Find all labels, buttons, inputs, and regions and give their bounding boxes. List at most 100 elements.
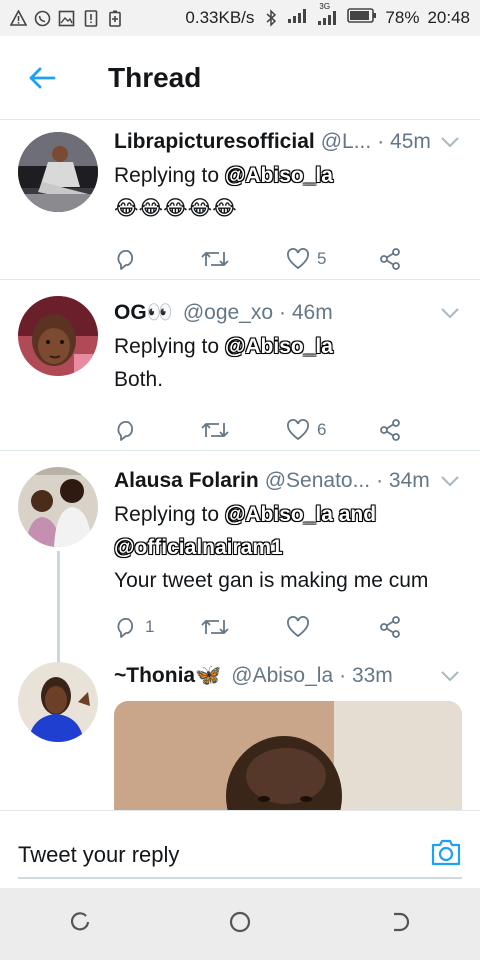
tweet-meta: ~Thonia🦋 @Abiso_la · 33m xyxy=(114,659,460,693)
tweet-time: · 45m xyxy=(377,130,431,153)
reply-button[interactable] xyxy=(114,418,200,442)
battery-percent: 78% xyxy=(385,8,420,27)
system-nav-bar xyxy=(0,888,480,960)
back-arrow-icon xyxy=(29,67,56,88)
signal-icon xyxy=(287,8,309,29)
thread-header: Thread xyxy=(0,36,480,120)
tweet-options-button[interactable] xyxy=(440,301,460,325)
clock: 20:48 xyxy=(427,8,470,27)
tweet-time: · 33m xyxy=(339,664,393,687)
reply-button[interactable] xyxy=(114,247,200,271)
chevron-down-icon xyxy=(441,671,459,682)
user-handle[interactable]: @Senato... xyxy=(265,469,370,493)
tweet[interactable]: ~Thonia🦋 @Abiso_la · 33m xyxy=(0,658,480,810)
like-button[interactable] xyxy=(286,616,378,638)
tweet-meta: OG👀 @oge_xo · 46m xyxy=(114,296,460,330)
replying-to: Replying to @Abiso_la and @officialnaira… xyxy=(114,503,377,559)
back-nav-icon xyxy=(394,912,410,931)
mention-link[interactable]: @Abiso_la and xyxy=(225,503,376,526)
reply-input[interactable]: Tweet your reply xyxy=(18,833,462,879)
share-icon xyxy=(380,419,400,441)
recent-apps-button[interactable] xyxy=(68,910,92,939)
tweet[interactable]: Alausa Folarin @Senato... · 34m Replying… xyxy=(0,451,480,663)
retweet-button[interactable] xyxy=(200,419,286,441)
bluetooth-icon xyxy=(262,9,279,27)
reply-icon xyxy=(117,618,134,638)
like-icon xyxy=(287,419,309,441)
mention-link[interactable]: @officialnairam1 xyxy=(114,536,283,559)
reply-count: 1 xyxy=(145,617,155,636)
reply-icon xyxy=(117,421,134,441)
share-button[interactable] xyxy=(378,615,402,639)
tweet-text: 😂😂😂😂😂 xyxy=(114,197,237,220)
camera-icon xyxy=(431,839,461,866)
page-title: Thread xyxy=(108,61,202,93)
chevron-down-icon xyxy=(441,308,459,319)
share-button[interactable] xyxy=(378,247,402,271)
display-name[interactable]: ~Thonia🦋 xyxy=(114,664,221,688)
share-icon xyxy=(380,248,400,270)
sim-alert-icon xyxy=(82,9,99,27)
avatar[interactable] xyxy=(18,467,98,547)
tweet-actions: 1 xyxy=(114,601,460,653)
display-name[interactable]: Alausa Folarin xyxy=(114,469,259,493)
replying-to: Replying to @Abiso_la xyxy=(114,335,333,358)
tweet-actions: 5 xyxy=(114,233,460,285)
tweet-time: · 46m xyxy=(279,301,333,324)
like-icon xyxy=(287,248,309,270)
reply-button[interactable]: 1 xyxy=(114,615,200,639)
avatar[interactable] xyxy=(18,296,98,376)
tweet-meta: Alausa Folarin @Senato... · 34m xyxy=(114,464,460,498)
share-icon xyxy=(380,616,400,638)
mention-link[interactable]: @Abiso_la xyxy=(225,335,333,358)
share-button[interactable] xyxy=(378,418,402,442)
replying-to: Replying to @Abiso_la xyxy=(114,164,333,187)
status-bar: 0.33KB/s 3G 78% 20:48 xyxy=(0,0,480,36)
tweet-text: Your tweet gan is making me cum xyxy=(114,569,429,592)
tweet-media-image[interactable] xyxy=(114,701,462,810)
display-name[interactable]: Librapicturesofficial xyxy=(114,130,315,154)
reply-placeholder: Tweet your reply xyxy=(18,842,180,867)
like-icon xyxy=(287,616,309,638)
retweet-icon xyxy=(201,423,229,437)
retweet-icon xyxy=(201,252,229,266)
tweet-actions: 6 xyxy=(114,404,460,456)
display-name[interactable]: OG👀 xyxy=(114,301,173,325)
avatar[interactable] xyxy=(18,662,98,742)
like-button[interactable]: 6 xyxy=(286,419,378,441)
chevron-down-icon xyxy=(441,476,459,487)
home-button[interactable] xyxy=(228,910,252,939)
tweet[interactable]: OG👀 @oge_xo · 46m Replying to @Abiso_la … xyxy=(0,280,480,451)
user-handle[interactable]: @L... xyxy=(321,130,372,154)
user-handle[interactable]: @oge_xo xyxy=(183,301,273,325)
back-button[interactable] xyxy=(0,36,84,120)
retweet-button[interactable] xyxy=(200,248,286,270)
like-button[interactable]: 5 xyxy=(286,248,378,270)
battery-icon xyxy=(347,8,377,28)
user-handle[interactable]: @Abiso_la xyxy=(231,664,333,688)
tweet-options-button[interactable] xyxy=(440,469,460,493)
avatar[interactable] xyxy=(18,132,98,212)
retweet-icon xyxy=(201,620,229,634)
like-count: 6 xyxy=(317,420,327,439)
tweet-text: Both. xyxy=(114,368,164,391)
like-count: 5 xyxy=(317,249,327,268)
tweet[interactable]: Librapicturesofficial @L... · 45m Replyi… xyxy=(0,120,480,280)
warning-icon xyxy=(10,10,27,27)
gallery-icon xyxy=(58,10,75,27)
chevron-down-icon xyxy=(441,137,459,148)
camera-button[interactable] xyxy=(430,837,462,872)
tweet-meta: Librapicturesofficial @L... · 45m xyxy=(114,125,460,159)
mention-link[interactable]: @Abiso_la xyxy=(225,164,333,187)
home-icon xyxy=(229,911,251,932)
battery-saver-icon xyxy=(106,10,123,27)
tweet-options-button[interactable] xyxy=(440,664,460,688)
thread-feed[interactable]: Librapicturesofficial @L... · 45m Replyi… xyxy=(0,120,480,810)
back-nav-button[interactable] xyxy=(388,910,412,939)
network-speed: 0.33KB/s xyxy=(185,8,255,27)
whatsapp-icon xyxy=(34,10,51,27)
retweet-button[interactable] xyxy=(200,616,286,638)
tweet-options-button[interactable] xyxy=(440,130,460,154)
tweet-time: · 34m xyxy=(376,469,430,492)
reply-icon xyxy=(117,250,134,270)
